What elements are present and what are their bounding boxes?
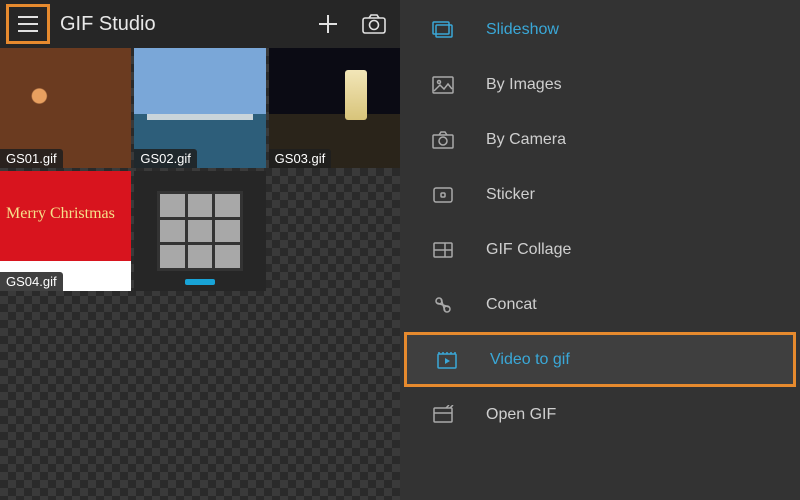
menu-item-by-images[interactable]: By Images	[400, 57, 800, 112]
gallery-item[interactable]: GS01.gif	[0, 48, 131, 168]
concat-icon	[430, 295, 456, 315]
plus-icon	[316, 12, 340, 36]
gallery-caption: GS04.gif	[0, 272, 63, 291]
gallery-item[interactable]: GS02.gif	[134, 48, 265, 168]
menu-label: Video to gif	[490, 351, 570, 369]
camera-icon	[430, 130, 456, 150]
main-pane: GIF Studio GS01.gif GS02.gif GS03.gi	[0, 0, 400, 500]
gallery-item[interactable]: GS03.gif	[269, 48, 400, 168]
menu-label: By Images	[486, 76, 562, 94]
gallery-area: GS01.gif GS02.gif GS03.gif Merry Christm…	[0, 48, 400, 500]
video-icon	[434, 350, 460, 370]
menu-label: Slideshow	[486, 21, 559, 39]
menu-label: Concat	[486, 296, 537, 314]
sticker-icon	[430, 185, 456, 205]
menu-icon	[17, 15, 39, 33]
menu-item-sticker[interactable]: Sticker	[400, 167, 800, 222]
menu-item-concat[interactable]: Concat	[400, 277, 800, 332]
open-icon	[430, 405, 456, 425]
images-icon	[430, 75, 456, 95]
gallery-item[interactable]	[134, 171, 265, 291]
gallery-caption: GS03.gif	[269, 149, 332, 168]
menu-item-open-gif[interactable]: Open GIF	[400, 387, 800, 442]
camera-icon	[361, 13, 387, 35]
camera-button[interactable]	[354, 4, 394, 44]
collage-thumbnail	[157, 191, 243, 271]
menu-item-slideshow[interactable]: Slideshow	[400, 2, 800, 57]
menu-item-video-to-gif[interactable]: Video to gif	[404, 332, 796, 387]
menu-item-gif-collage[interactable]: GIF Collage	[400, 222, 800, 277]
create-menu-panel: Slideshow By Images By Camera Sticker GI…	[400, 0, 800, 500]
menu-label: GIF Collage	[486, 241, 571, 259]
thumbnail-text: Merry Christmas	[6, 205, 115, 223]
menu-label: By Camera	[486, 131, 566, 149]
progress-indicator	[185, 279, 215, 285]
menu-label: Open GIF	[486, 406, 556, 424]
gallery-grid: GS01.gif GS02.gif GS03.gif Merry Christm…	[0, 48, 400, 291]
slideshow-icon	[430, 20, 456, 40]
gallery-caption: GS02.gif	[134, 149, 197, 168]
collage-icon	[430, 240, 456, 260]
titlebar: GIF Studio	[0, 0, 400, 48]
app-title: GIF Studio	[56, 13, 302, 36]
menu-item-by-camera[interactable]: By Camera	[400, 112, 800, 167]
hamburger-button[interactable]	[6, 4, 50, 44]
menu-label: Sticker	[486, 186, 535, 204]
add-button[interactable]	[308, 4, 348, 44]
gallery-item[interactable]: Merry Christmas GS04.gif	[0, 171, 131, 291]
gallery-caption: GS01.gif	[0, 149, 63, 168]
